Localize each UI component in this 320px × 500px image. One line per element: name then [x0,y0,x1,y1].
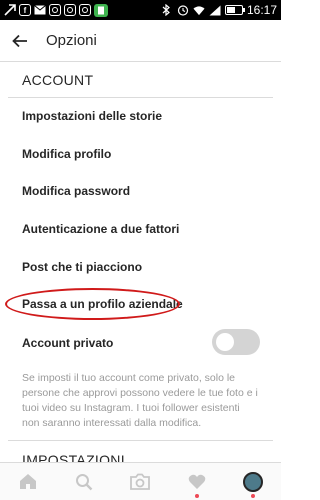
facebook-icon: f [19,4,31,16]
instagram-icon [49,4,61,16]
arrow-icon [4,4,16,16]
nav-search-button[interactable] [64,464,104,500]
notification-dot [194,493,199,498]
app-notification-icon [94,3,108,17]
instagram-icon [79,4,91,16]
section-divider [8,440,273,441]
status-bar-system: 16:17 [161,3,277,17]
menu-item-edit-profile[interactable]: Modifica profilo [0,137,281,173]
toggle-knob [216,333,234,351]
instagram-icon [64,4,76,16]
bottom-navigation [0,462,281,500]
nav-activity-button[interactable] [177,464,217,500]
home-icon [20,474,37,489]
back-arrow-icon [12,34,27,47]
menu-item-label: Impostazioni delle storie [22,109,163,123]
section-divider [8,97,273,98]
highlight-ellipse [5,288,180,320]
status-bar: f 16:17 [0,0,281,20]
alarm-icon [177,4,189,16]
page-title: Opzioni [46,32,97,49]
camera-icon [130,473,151,490]
top-bar: Opzioni [0,20,281,62]
menu-item-label: Modifica profilo [22,147,112,161]
search-icon [76,473,93,490]
nav-camera-button[interactable] [120,464,160,500]
signal-icon [209,4,221,16]
profile-avatar [242,471,263,492]
menu-item-liked-posts[interactable]: Post che ti piacciono [0,250,281,286]
menu-item-label: Post che ti piacciono [22,260,143,274]
bluetooth-icon [161,4,173,16]
status-bar-clock: 16:17 [246,3,277,17]
back-button[interactable] [0,20,40,62]
menu-item-label: Modifica password [22,184,131,198]
menu-item-label: Autenticazione a due fattori [22,222,180,236]
heart-icon [188,474,205,489]
menu-item-change-password[interactable]: Modifica password [0,174,281,210]
menu-item-label: Account privato [22,336,114,350]
wifi-icon [193,4,205,16]
menu-item-two-factor-auth[interactable]: Autenticazione a due fattori [0,212,281,248]
notification-dot [250,493,255,498]
status-bar-notifications: f [4,3,108,17]
private-account-toggle[interactable] [212,329,260,355]
mail-icon [34,4,46,16]
section-title-account: ACCOUNT [22,72,94,88]
nav-profile-button[interactable] [233,464,273,500]
nav-home-button[interactable] [8,464,48,500]
private-account-description: Se imposti il tuo account come privato, … [22,372,258,429]
battery-icon [224,5,245,15]
menu-item-story-settings[interactable]: Impostazioni delle storie [0,99,281,135]
